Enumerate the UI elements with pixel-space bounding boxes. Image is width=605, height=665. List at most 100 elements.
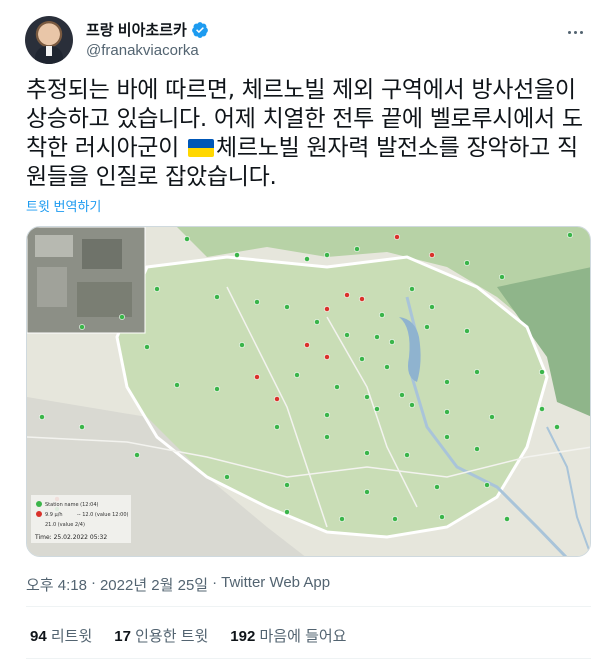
tweet-date[interactable]: 2022년 2월 25일 <box>100 574 208 595</box>
avatar[interactable] <box>25 16 73 64</box>
map-marker <box>119 314 125 320</box>
map-marker <box>274 396 280 402</box>
map-marker <box>174 382 180 388</box>
map-marker <box>384 364 390 370</box>
map-marker <box>504 516 510 522</box>
map-marker <box>304 342 310 348</box>
more-options-icon[interactable] <box>563 20 587 44</box>
retweets-count: 94 <box>30 628 47 645</box>
map-marker <box>324 354 330 360</box>
map-marker <box>554 424 560 430</box>
map-marker <box>184 236 190 242</box>
map-timestamp: Time: 25.02.2022 05:32 <box>34 534 107 541</box>
map-marker <box>214 294 220 300</box>
map-marker <box>284 304 290 310</box>
map-marker <box>324 252 330 258</box>
map-legend-line-3: -- 12.0 (value 12:00) <box>77 512 129 518</box>
avatar-collar <box>46 46 52 56</box>
ukraine-flag-icon <box>188 139 215 157</box>
map-marker <box>359 356 365 362</box>
map-marker <box>379 312 385 318</box>
map-marker <box>444 434 450 440</box>
author-handle[interactable]: @franakviacorka <box>86 42 199 59</box>
map-marker <box>254 299 260 305</box>
retweets-stat[interactable]: 94 리트윗 <box>30 625 92 646</box>
map-marker <box>424 324 430 330</box>
map-marker <box>374 406 380 412</box>
map-marker <box>399 392 405 398</box>
map-marker <box>284 482 290 488</box>
quotes-count: 17 <box>114 628 131 645</box>
map-marker <box>439 514 445 520</box>
map-marker <box>314 319 320 325</box>
map-marker <box>304 256 310 262</box>
meta-separator: · <box>90 574 96 591</box>
tweet-stats: 94 리트윗 17 인용한 트윗 192 마음에 들어요 <box>30 625 346 646</box>
map-marker <box>79 424 85 430</box>
map-marker <box>344 332 350 338</box>
map-marker <box>154 286 160 292</box>
map-marker <box>409 402 415 408</box>
map-marker <box>374 334 380 340</box>
author-name-row: 프랑 비아초르카 <box>86 19 209 40</box>
map-marker <box>364 489 370 495</box>
map-legend-line-2: 9.9 μ/h <box>45 512 63 518</box>
tweet-source-app[interactable]: Twitter Web App <box>221 574 330 595</box>
tweet-media-map[interactable]: Station name (12:04) 9.9 μ/h -- 12.0 (va… <box>26 226 591 557</box>
map-marker <box>474 369 480 375</box>
map-marker <box>404 452 410 458</box>
map-marker <box>567 232 573 238</box>
map-marker <box>464 260 470 266</box>
divider-bottom <box>26 658 591 659</box>
map-marker <box>464 328 470 334</box>
map-marker <box>274 424 280 430</box>
map-marker <box>394 234 400 240</box>
map-marker <box>429 252 435 258</box>
map-marker <box>489 414 495 420</box>
map-marker <box>429 304 435 310</box>
tweet-text: 추정되는 바에 따르면, 체르노빌 제외 구역에서 방사선을이 상승하고 있습니… <box>26 76 591 192</box>
tweet-meta: 오후 4:18 · 2022년 2월 25일 · Twitter Web App <box>26 574 330 595</box>
display-name[interactable]: 프랑 비아초르카 <box>86 19 187 40</box>
map-marker <box>484 482 490 488</box>
map-marker <box>234 252 240 258</box>
map-marker <box>334 384 340 390</box>
map-marker <box>389 339 395 345</box>
map-marker <box>339 516 345 522</box>
tweet: 프랑 비아초르카 @franakviacorka 추정되는 바에 따르면, 체르… <box>0 0 605 665</box>
map-marker <box>539 406 545 412</box>
map-marker <box>79 324 85 330</box>
map-marker <box>354 246 360 252</box>
divider-top <box>26 606 591 607</box>
map-marker <box>324 434 330 440</box>
map-marker <box>324 306 330 312</box>
map-marker <box>134 452 140 458</box>
map-marker <box>364 394 370 400</box>
map-legend-line-4: 21.0 (value 2/4) <box>45 522 85 528</box>
map-marker <box>444 409 450 415</box>
map-marker <box>359 296 365 302</box>
map-marker <box>409 286 415 292</box>
map-marker <box>239 342 245 348</box>
meta-separator-2: · <box>212 574 218 591</box>
map-marker <box>144 344 150 350</box>
map-marker <box>254 374 260 380</box>
translate-tweet-link[interactable]: 트윗 번역하기 <box>26 196 101 215</box>
map-marker <box>539 369 545 375</box>
map-marker <box>499 274 505 280</box>
map-marker <box>474 446 480 452</box>
map-marker <box>392 516 398 522</box>
tweet-time[interactable]: 오후 4:18 <box>26 574 87 595</box>
map-marker <box>364 450 370 456</box>
quotes-label: 인용한 트윗 <box>135 628 209 645</box>
quotes-stat[interactable]: 17 인용한 트윗 <box>114 625 208 646</box>
map-marker <box>294 372 300 378</box>
likes-stat[interactable]: 192 마음에 들어요 <box>230 625 346 646</box>
likes-count: 192 <box>230 628 256 645</box>
likes-label: 마음에 들어요 <box>259 628 347 645</box>
radiation-map: Station name (12:04) 9.9 μ/h -- 12.0 (va… <box>27 227 590 556</box>
map-marker <box>284 509 290 515</box>
map-marker <box>214 386 220 392</box>
verified-badge-icon <box>191 21 208 38</box>
map-marker <box>39 414 45 420</box>
